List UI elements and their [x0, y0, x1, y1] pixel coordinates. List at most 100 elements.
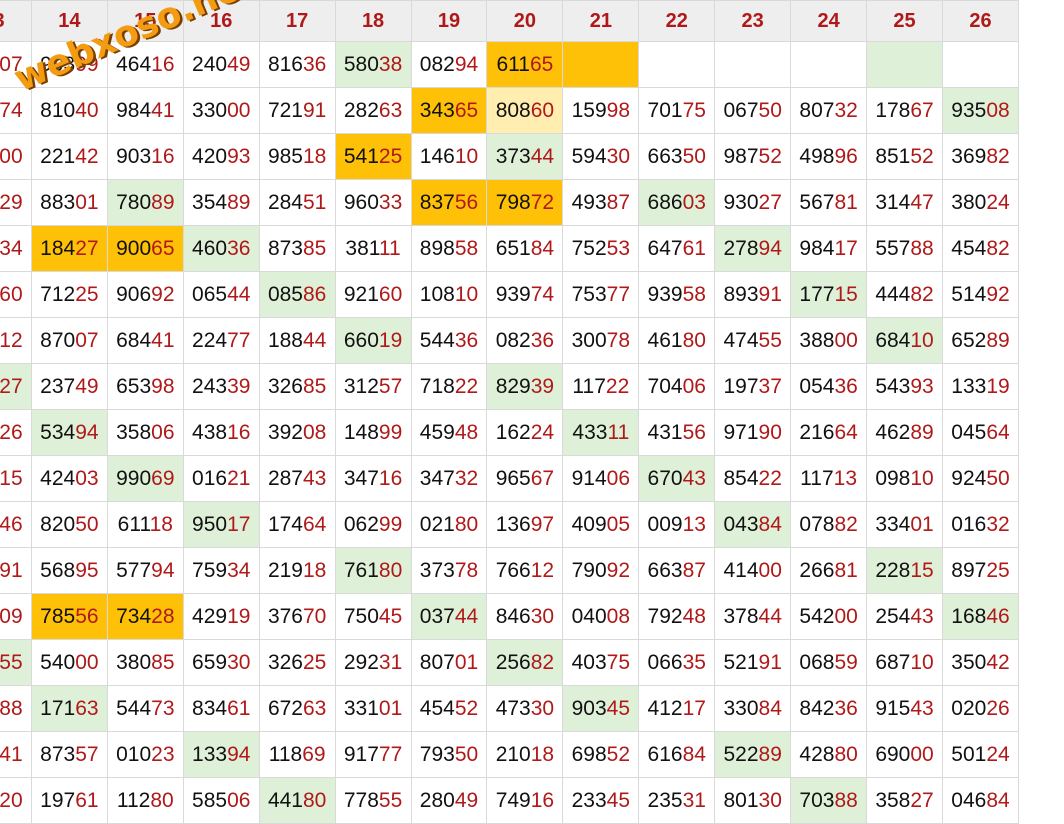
- number-cell: 17355: [0, 639, 32, 686]
- number-cell: 17867: [866, 87, 943, 134]
- number-cell: 65184: [486, 225, 564, 272]
- number-cell: 23531: [638, 777, 716, 824]
- number-cell: 11722: [562, 363, 640, 410]
- number-cell: 21918: [258, 547, 336, 594]
- number-cell: 93958: [638, 271, 716, 318]
- number-cell: 37378: [410, 547, 488, 594]
- number-cell: 91777: [334, 731, 412, 778]
- number-cell: 54000: [30, 639, 108, 686]
- number-cell: [714, 41, 792, 88]
- table-row: 1098817163544738346167263331014545247330…: [0, 685, 1020, 732]
- number-cell: 83756: [410, 179, 488, 226]
- number-cell: 74916: [486, 777, 564, 824]
- number-cell: 68603: [638, 179, 716, 226]
- number-cell: 80701: [410, 639, 488, 686]
- number-cell: 17464: [258, 501, 336, 548]
- number-cell: 75253: [562, 225, 640, 272]
- number-cell: 00913: [638, 501, 716, 548]
- column-header-22: 22: [638, 0, 716, 42]
- number-cell: 64761: [638, 225, 716, 272]
- number-cell: 88301: [30, 179, 108, 226]
- number-cell: 46180: [638, 317, 716, 364]
- number-cell: 41009: [0, 593, 32, 640]
- number-cell: 42919: [182, 593, 260, 640]
- number-cell: 65289: [941, 317, 1020, 364]
- number-cell: 75934: [182, 547, 260, 594]
- number-cell: 46289: [866, 409, 943, 456]
- number-cell: 52191: [714, 639, 792, 686]
- number-cell: 06635: [638, 639, 716, 686]
- header-row: 1314151617181920212223242526: [0, 0, 1020, 42]
- number-cell: 59430: [562, 133, 640, 180]
- table-row: 9731542403990690162128743347163473296567…: [0, 455, 1020, 502]
- table-row: 8560022142903164209398518541251461037344…: [0, 133, 1020, 180]
- number-cell: 93974: [486, 271, 564, 318]
- number-cell: 87357: [30, 731, 108, 778]
- column-header-26: 26: [941, 0, 1020, 42]
- table-row: 8000790399464162404981636580380829461165: [0, 41, 1020, 88]
- number-cell: 43816: [182, 409, 260, 456]
- number-cell: 80007: [0, 41, 32, 88]
- number-cell: 85152: [866, 133, 943, 180]
- number-cell: 40375: [562, 639, 640, 686]
- number-cell: 07882: [790, 501, 868, 548]
- number-cell: 93508: [941, 87, 1020, 134]
- number-cell: 99069: [106, 455, 184, 502]
- number-cell: 95017: [182, 501, 260, 548]
- number-cell: 11280: [106, 777, 184, 824]
- number-cell: 06750: [714, 87, 792, 134]
- number-cell: [790, 41, 868, 88]
- number-cell: 35806: [106, 409, 184, 456]
- number-cell: 43311: [562, 409, 640, 456]
- number-cell: 31257: [334, 363, 412, 410]
- number-cell: 92160: [334, 271, 412, 318]
- number-cell: 80130: [714, 777, 792, 824]
- number-cell: 65334: [0, 225, 32, 272]
- table-row: 1064187357010231339411869917777935021018…: [0, 731, 1020, 778]
- number-cell: 81636: [258, 41, 336, 88]
- number-cell: 90399: [30, 41, 108, 88]
- number-cell: 38111: [334, 225, 412, 272]
- number-cell: 49896: [790, 133, 868, 180]
- column-header-21: 21: [562, 0, 640, 42]
- number-cell: 23345: [562, 777, 640, 824]
- number-cell: 28049: [410, 777, 488, 824]
- table-row: 4766071225906920654408586921601081093974…: [0, 271, 1020, 318]
- number-cell: [562, 41, 640, 88]
- table-row: 1735554000380856593032625292318070125682…: [0, 639, 1020, 686]
- table-row: 4100978556734284291937670750450374484630…: [0, 593, 1020, 640]
- number-cell: 14610: [410, 133, 488, 180]
- number-cell: 73428: [106, 593, 184, 640]
- number-cell: 38085: [106, 639, 184, 686]
- number-cell: 78089: [106, 179, 184, 226]
- number-cell: 45948: [410, 409, 488, 456]
- number-cell: [866, 41, 943, 88]
- number-cell: 04008: [562, 593, 640, 640]
- number-cell: 96567: [486, 455, 564, 502]
- number-cell: 17715: [790, 271, 868, 318]
- number-cell: 25146: [0, 501, 32, 548]
- number-cell: 42880: [790, 731, 868, 778]
- table-row: 7547481040984413300072191282633436580860…: [0, 87, 1020, 134]
- table-row: 2101287007684412247718844660195443608236…: [0, 317, 1020, 364]
- number-cell: 34716: [334, 455, 412, 502]
- number-cell: 35042: [941, 639, 1020, 686]
- column-header-17: 17: [258, 0, 336, 42]
- table-row: 8279156895577947593421918761803737876612…: [0, 547, 1020, 594]
- number-cell: 27894: [714, 225, 792, 272]
- number-cell: [638, 41, 716, 88]
- number-cell: 40905: [562, 501, 640, 548]
- number-cell: 89725: [941, 547, 1020, 594]
- number-cell: 66350: [638, 133, 716, 180]
- table-row: 5562723749653982433932685312577182282939…: [0, 363, 1020, 410]
- number-cell: 47455: [714, 317, 792, 364]
- number-cell: 02180: [410, 501, 488, 548]
- number-cell: 87007: [30, 317, 108, 364]
- number-cell: 91543: [866, 685, 943, 732]
- number-cell: 31447: [866, 179, 943, 226]
- number-cell: 96033: [334, 179, 412, 226]
- number-cell: 80860: [486, 87, 564, 134]
- number-cell: 22815: [866, 547, 943, 594]
- number-cell: 13394: [182, 731, 260, 778]
- number-cell: 87385: [258, 225, 336, 272]
